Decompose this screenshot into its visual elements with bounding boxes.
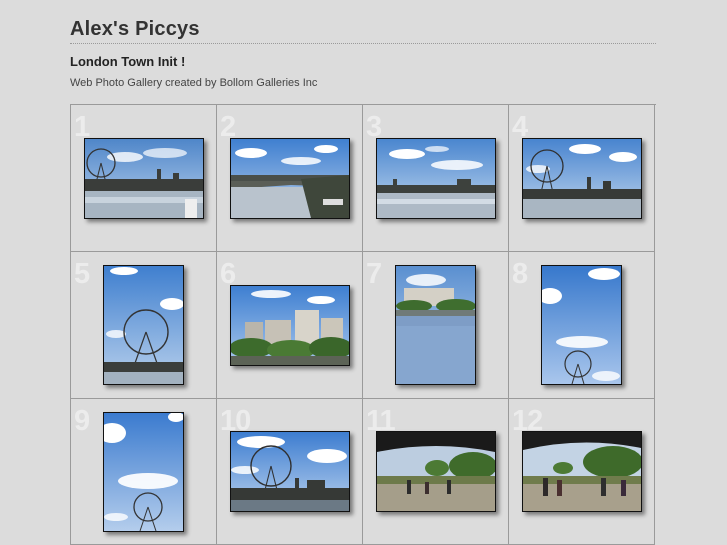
thumbnail-grid: 1 2 3 4 5 6 7 8 9 10 11 12: [70, 104, 656, 545]
thumbnail-number: 9: [74, 405, 90, 437]
thumbnail-image-6[interactable]: [229, 284, 350, 366]
gallery-title: London Town Init !: [70, 54, 186, 69]
thumbnail-number: 5: [74, 258, 90, 290]
thumbnail-cell-3[interactable]: 3: [363, 105, 509, 252]
thumbnail-image-10[interactable]: [229, 431, 350, 512]
thumbnail-cell-1[interactable]: 1: [71, 105, 217, 252]
thumbnail-cell-4[interactable]: 4: [509, 105, 655, 252]
thumbnail-image-5[interactable]: [103, 265, 184, 385]
thumbnail-image-8[interactable]: [541, 265, 622, 385]
thumbnail-image-4[interactable]: [521, 137, 642, 219]
thumbnail-cell-2[interactable]: 2: [217, 105, 363, 252]
thumbnail-image-12[interactable]: [521, 431, 642, 512]
thumbnail-cell-9[interactable]: 9: [71, 399, 217, 545]
thumbnail-number: 8: [512, 258, 528, 290]
thumbnail-cell-10[interactable]: 10: [217, 399, 363, 545]
thumbnail-image-11[interactable]: [375, 431, 496, 512]
site-title: Alex's Piccys: [70, 18, 200, 40]
title-divider: [70, 43, 656, 44]
thumbnail-cell-7[interactable]: 7: [363, 252, 509, 399]
thumbnail-image-3[interactable]: [375, 137, 496, 219]
thumbnail-image-2[interactable]: [229, 137, 350, 219]
thumbnail-image-1[interactable]: [83, 137, 204, 219]
thumbnail-cell-12[interactable]: 12: [509, 399, 655, 545]
thumbnail-cell-6[interactable]: 6: [217, 252, 363, 399]
thumbnail-number: 7: [366, 258, 382, 290]
thumbnail-cell-8[interactable]: 8: [509, 252, 655, 399]
thumbnail-image-9[interactable]: [103, 411, 184, 532]
thumbnail-cell-11[interactable]: 11: [363, 399, 509, 545]
thumbnail-image-7[interactable]: [395, 265, 476, 385]
thumbnail-cell-5[interactable]: 5: [71, 252, 217, 399]
gallery-subtitle: Web Photo Gallery created by Bollom Gall…: [70, 77, 318, 89]
